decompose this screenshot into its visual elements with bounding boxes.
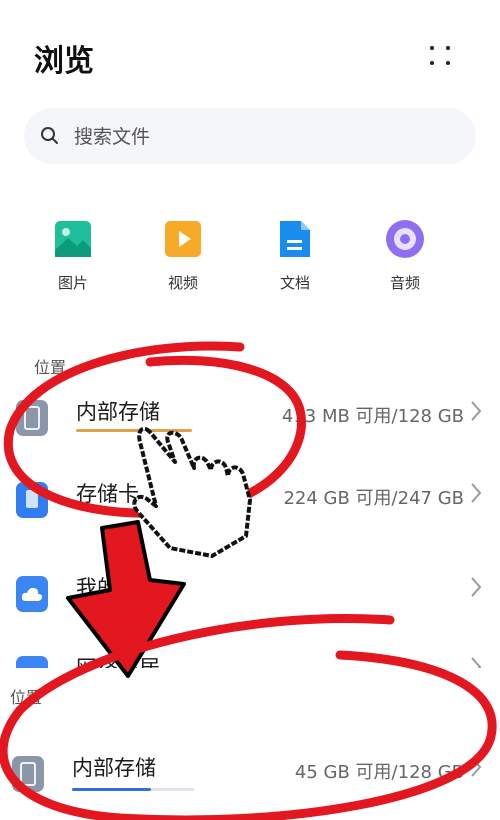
location-internal-storage[interactable]: 内部存储 413 MB 可用/128 GB <box>0 384 500 444</box>
chevron-right-icon <box>471 401 482 421</box>
audio-icon <box>384 218 426 260</box>
category-label: 视频 <box>167 274 198 292</box>
storage-usage-track <box>72 788 194 791</box>
storage-usage-fill <box>72 788 152 791</box>
location-sd-card[interactable]: 存储卡 224 GB 可用/247 GB <box>0 466 500 526</box>
chevron-right-icon <box>471 483 482 503</box>
phone-icon <box>12 756 44 792</box>
chevron-right-icon <box>471 577 482 597</box>
category-label: 文档 <box>279 274 310 292</box>
category-shortcuts: 图片 视频 文档 音频 <box>0 214 500 294</box>
location-capacity: 224 GB 可用/247 GB <box>283 488 464 509</box>
chevron-right-icon <box>471 657 482 668</box>
location-capacity: 45 GB 可用/128 GB <box>294 762 464 783</box>
location-name: 内部存储 <box>72 756 156 780</box>
location-capacity: 413 MB 可用/128 GB <box>281 406 464 427</box>
location-internal-storage-zoomed[interactable]: 内部存储 45 GB 可用/128 GB <box>0 740 500 800</box>
cloud-icon <box>16 576 48 612</box>
search-bar[interactable]: 搜索文件 <box>24 108 476 164</box>
location-name: 网络邻居 <box>76 656 160 668</box>
location-name: 内部存储 <box>76 400 160 424</box>
more-options-icon[interactable] <box>428 43 454 69</box>
phone-icon <box>16 400 48 436</box>
category-images[interactable]: 图片 <box>28 214 118 293</box>
storage-usage-bar <box>76 429 192 432</box>
zoomed-panel: 位置 内部存储 45 GB 可用/128 GB <box>0 668 500 820</box>
page-title: 浏览 <box>34 44 94 79</box>
category-label: 图片 <box>57 274 88 292</box>
location-name: 我的云盘 <box>76 576 160 600</box>
category-label: 音频 <box>389 274 420 292</box>
document-icon <box>274 218 316 260</box>
location-network[interactable]: 网络邻居 <box>0 640 500 668</box>
video-icon <box>162 218 204 260</box>
location-name: 存储卡 <box>76 482 139 506</box>
category-audio[interactable]: 音频 <box>360 214 450 293</box>
location-cloud-drive[interactable]: 我的云盘 <box>0 560 500 620</box>
search-icon <box>41 127 58 144</box>
section-locations: 位置 <box>34 358 67 377</box>
sd-card-icon <box>16 482 48 518</box>
image-icon <box>52 218 94 260</box>
section-locations: 位置 <box>10 688 43 707</box>
search-placeholder: 搜索文件 <box>74 126 151 148</box>
category-documents[interactable]: 文档 <box>250 214 340 293</box>
chevron-right-icon <box>471 757 482 777</box>
network-icon <box>16 656 48 668</box>
category-videos[interactable]: 视频 <box>138 214 228 293</box>
